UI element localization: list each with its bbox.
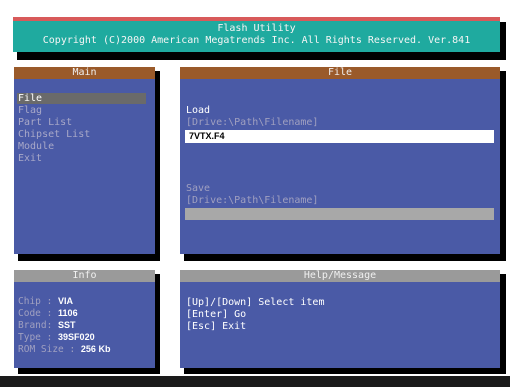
info-key-rom-size: ROM Size : [18,344,81,355]
help-panel-title: Help/Message [180,270,500,282]
info-value-rom-size: 256 Kb [80,344,111,354]
help-line-select: [Up]/[Down] Select item [186,297,325,308]
file-panel: File Load [Drive:\Path\Filename] 7VTX.F4… [180,67,500,254]
info-key-code: Code : [18,308,59,319]
info-panel-title: Info [14,270,155,282]
load-path-hint: [Drive:\Path\Filename] [186,117,319,128]
help-line-esc: [Esc] Exit [186,321,247,332]
menu-item-module[interactable]: Module [18,141,54,152]
copyright-text: Copyright (C)2000 American Megatrends In… [42,35,471,46]
info-row-brand: Brand: SST [18,319,76,331]
info-panel: Info Chip : VIA Code : 1106 Brand: SST T… [14,270,155,368]
info-key-chip: Chip : [18,296,59,307]
app-title: Flash Utility [217,23,296,34]
info-value-type: 39SF020 [58,332,95,342]
info-row-type: Type : 39SF020 [18,331,95,343]
menu-item-chipset-list[interactable]: Chipset List [18,129,90,140]
bottom-status-bar [0,376,510,387]
load-path-input[interactable]: 7VTX.F4 [185,130,494,143]
info-key-brand: Brand: [18,320,59,331]
title-bar: Flash Utility Copyright (C)2000 American… [13,17,500,52]
info-row-rom-size: ROM Size : 256 Kb [18,343,110,355]
file-panel-title: File [180,67,500,79]
menu-item-flag[interactable]: Flag [18,105,42,116]
save-path-hint: [Drive:\Path\Filename] [186,195,319,206]
main-panel-title: Main [14,67,155,79]
flash-utility-screen: Flash Utility Copyright (C)2000 American… [0,0,510,387]
info-row-code: Code : 1106 [18,307,78,319]
main-panel: Main File Flag Part List Chipset List Mo… [14,67,155,254]
info-value-code: 1106 [58,308,78,318]
help-panel: Help/Message [Up]/[Down] Select item [En… [180,270,500,368]
info-value-chip: VIA [58,296,74,306]
save-path-input[interactable] [185,208,494,220]
info-value-brand: SST [58,320,76,330]
menu-item-file[interactable]: File [17,93,146,104]
help-line-enter: [Enter] Go [186,309,247,320]
info-row-chip: Chip : VIA [18,295,73,307]
info-key-type: Type : [18,332,59,343]
load-label: Load [186,105,211,116]
menu-item-part-list[interactable]: Part List [18,117,72,128]
menu-item-exit[interactable]: Exit [18,153,42,164]
save-label: Save [186,183,211,194]
